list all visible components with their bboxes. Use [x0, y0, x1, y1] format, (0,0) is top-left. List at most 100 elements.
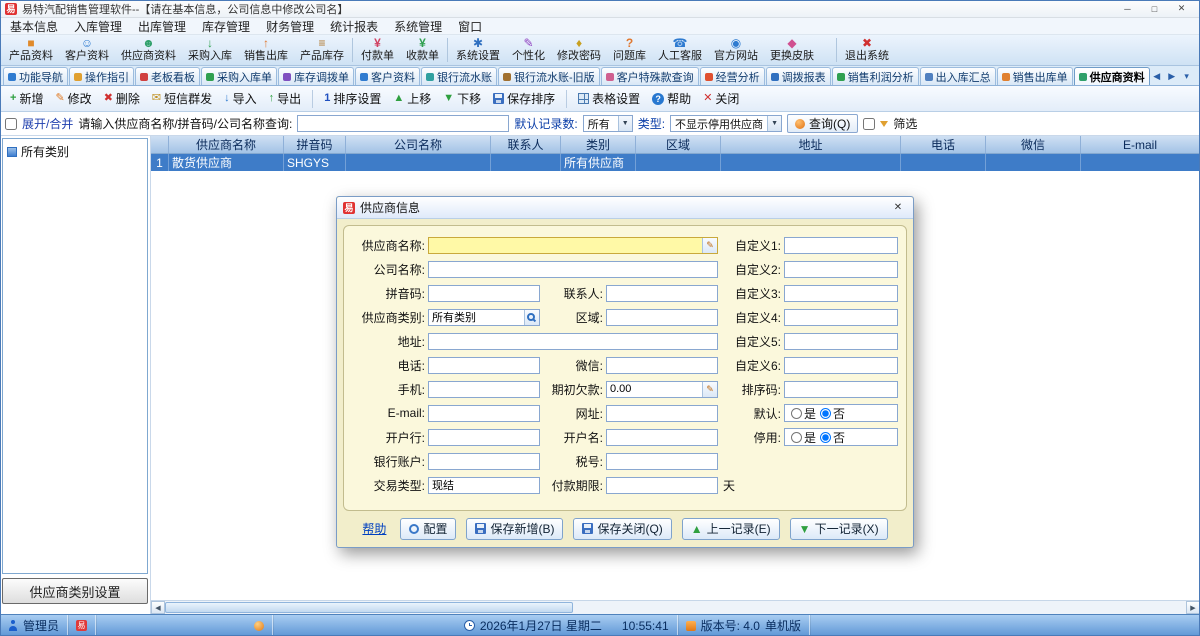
wechat-input[interactable]	[606, 357, 718, 374]
menu-inbound[interactable]: 入库管理	[66, 18, 130, 35]
menu-inventory[interactable]: 库存管理	[194, 18, 258, 35]
toolbar-official-website[interactable]: ◉官方网站	[708, 35, 764, 65]
column-category[interactable]: 类别	[561, 136, 636, 153]
dialog-close-icon[interactable]: ✕	[889, 200, 907, 215]
toolbar-supplier-info[interactable]: ☻供应商资料	[115, 35, 182, 65]
filter-checkbox[interactable]	[863, 118, 875, 130]
tab-transfer-report[interactable]: 调拨报表	[766, 67, 831, 85]
move-up-button[interactable]: ▲上移	[388, 88, 436, 109]
disabled-yes-radio[interactable]	[791, 432, 802, 443]
new-button[interactable]: +新增	[5, 88, 48, 109]
dialog-title-bar[interactable]: 易 供应商信息 ✕	[337, 197, 913, 219]
type-select[interactable]: 不显示停用供应商▼	[670, 115, 782, 132]
email-input[interactable]	[428, 405, 540, 422]
region-input[interactable]	[606, 309, 718, 326]
prev-record-button[interactable]: ▲上一记录(E)	[682, 518, 780, 540]
scroll-left-icon[interactable]: ◀	[151, 601, 165, 614]
sort-code-input[interactable]	[784, 381, 898, 398]
close-tab-button[interactable]: ✕关闭	[698, 88, 744, 109]
sms-broadcast-button[interactable]: ✉短信群发	[147, 88, 217, 109]
trade-type-input[interactable]	[428, 477, 540, 494]
company-name-input[interactable]	[428, 261, 718, 278]
supplier-name-input[interactable]	[429, 238, 702, 253]
import-button[interactable]: ↓导入	[219, 88, 262, 109]
column-wechat[interactable]: 微信	[986, 136, 1081, 153]
tab-close-icon[interactable]: ✕	[1196, 71, 1200, 82]
search-input[interactable]	[297, 115, 509, 132]
default-no-radio[interactable]	[820, 408, 831, 419]
edit-pencil-icon[interactable]: ✎	[702, 238, 717, 253]
website-input[interactable]	[606, 405, 718, 422]
config-button[interactable]: 配置	[400, 518, 456, 540]
column-pinyin[interactable]: 拼音码	[284, 136, 346, 153]
address-input[interactable]	[428, 333, 718, 350]
bank-input[interactable]	[428, 429, 540, 446]
tab-customer-info[interactable]: 客户资料	[355, 67, 420, 85]
tax-no-input[interactable]	[606, 453, 718, 470]
maximize-button[interactable]: □	[1141, 1, 1168, 17]
next-record-button[interactable]: ▼下一记录(X)	[790, 518, 888, 540]
column-company[interactable]: 公司名称	[346, 136, 491, 153]
close-button[interactable]: ✕	[1168, 1, 1195, 17]
delete-button[interactable]: ✖删除	[99, 88, 145, 109]
scroll-right-icon[interactable]: ▶	[1186, 601, 1200, 614]
help-button[interactable]: ?帮助	[647, 88, 696, 109]
toolbar-question-bank[interactable]: ?问题库	[607, 35, 652, 65]
tab-scroll-right-icon[interactable]: ▶	[1166, 71, 1178, 82]
column-phone[interactable]: 电话	[901, 136, 986, 153]
toolbar-customer-info[interactable]: ☺客户资料	[59, 35, 115, 65]
move-down-button[interactable]: ▼下移	[438, 88, 486, 109]
toolbar-purchase-in[interactable]: ↓采购入库	[182, 35, 238, 65]
custom2-input[interactable]	[784, 261, 898, 278]
toolbar-sales-out[interactable]: ↑销售出库	[238, 35, 294, 65]
tree-node-all-categories[interactable]: 所有类别	[5, 142, 145, 161]
toolbar-product-info[interactable]: ■产品资料	[3, 35, 59, 65]
table-row[interactable]: 1 散货供应商 SHGYS 所有供应商	[151, 154, 1200, 171]
tab-scroll-left-icon[interactable]: ◀	[1151, 71, 1163, 82]
supplier-category-input[interactable]	[429, 310, 524, 325]
payment-term-input[interactable]	[606, 477, 718, 494]
tab-sales-profit-analysis[interactable]: 销售利润分析	[832, 67, 919, 85]
save-close-button[interactable]: 保存关闭(Q)	[573, 518, 671, 540]
query-button[interactable]: 查询(Q)	[787, 114, 858, 133]
column-contact[interactable]: 联系人	[491, 136, 561, 153]
horizontal-scrollbar[interactable]: ◀ ▶	[151, 600, 1200, 614]
column-supplier-name[interactable]: 供应商名称	[169, 136, 284, 153]
records-select[interactable]: 所有▼	[583, 115, 633, 132]
mobile-input[interactable]	[428, 381, 540, 398]
status-orange-icon[interactable]	[254, 621, 264, 631]
tab-bank-statement[interactable]: 银行流水账	[421, 67, 497, 85]
save-new-button[interactable]: 保存新增(B)	[466, 518, 563, 540]
menu-reports[interactable]: 统计报表	[322, 18, 386, 35]
tab-list-icon[interactable]: ▾	[1181, 71, 1193, 82]
edit-button[interactable]: ✎修改	[50, 88, 96, 109]
menu-basic-info[interactable]: 基本信息	[2, 18, 66, 35]
edit-pencil-icon[interactable]: ✎	[702, 382, 717, 397]
menu-outbound[interactable]: 出库管理	[130, 18, 194, 35]
column-address[interactable]: 地址	[721, 136, 901, 153]
contact-input[interactable]	[606, 285, 718, 302]
supplier-category-settings-button[interactable]: 供应商类别设置	[2, 578, 148, 604]
tab-sales-out-order[interactable]: 销售出库单	[997, 67, 1073, 85]
tab-function-nav[interactable]: 功能导航	[3, 67, 68, 85]
minimize-button[interactable]: ─	[1114, 1, 1141, 17]
toolbar-change-password[interactable]: ♦修改密码	[551, 35, 607, 65]
custom5-input[interactable]	[784, 333, 898, 350]
scrollbar-thumb[interactable]	[165, 602, 573, 613]
dialog-help-link[interactable]: 帮助	[362, 520, 386, 537]
tab-purchase-in-order[interactable]: 采购入库单	[201, 67, 277, 85]
custom3-input[interactable]	[784, 285, 898, 302]
menu-system[interactable]: 系统管理	[386, 18, 450, 35]
save-sort-button[interactable]: 保存排序	[488, 88, 560, 109]
tab-business-analysis[interactable]: 经营分析	[700, 67, 765, 85]
tab-customer-special-query[interactable]: 客户特殊款查询	[601, 67, 699, 85]
menu-window[interactable]: 窗口	[450, 18, 490, 35]
tab-supplier-info[interactable]: 供应商资料	[1074, 67, 1150, 85]
toolbar-customer-service[interactable]: ☎人工客服	[652, 35, 708, 65]
browse-category-icon[interactable]	[524, 310, 539, 325]
default-yes-radio[interactable]	[791, 408, 802, 419]
sort-settings-button[interactable]: 1排序设置	[319, 88, 386, 109]
export-button[interactable]: ↑导出	[264, 88, 307, 109]
toolbar-personalize[interactable]: ✎个性化	[506, 35, 551, 65]
tab-operation-guide[interactable]: 操作指引	[69, 67, 134, 85]
